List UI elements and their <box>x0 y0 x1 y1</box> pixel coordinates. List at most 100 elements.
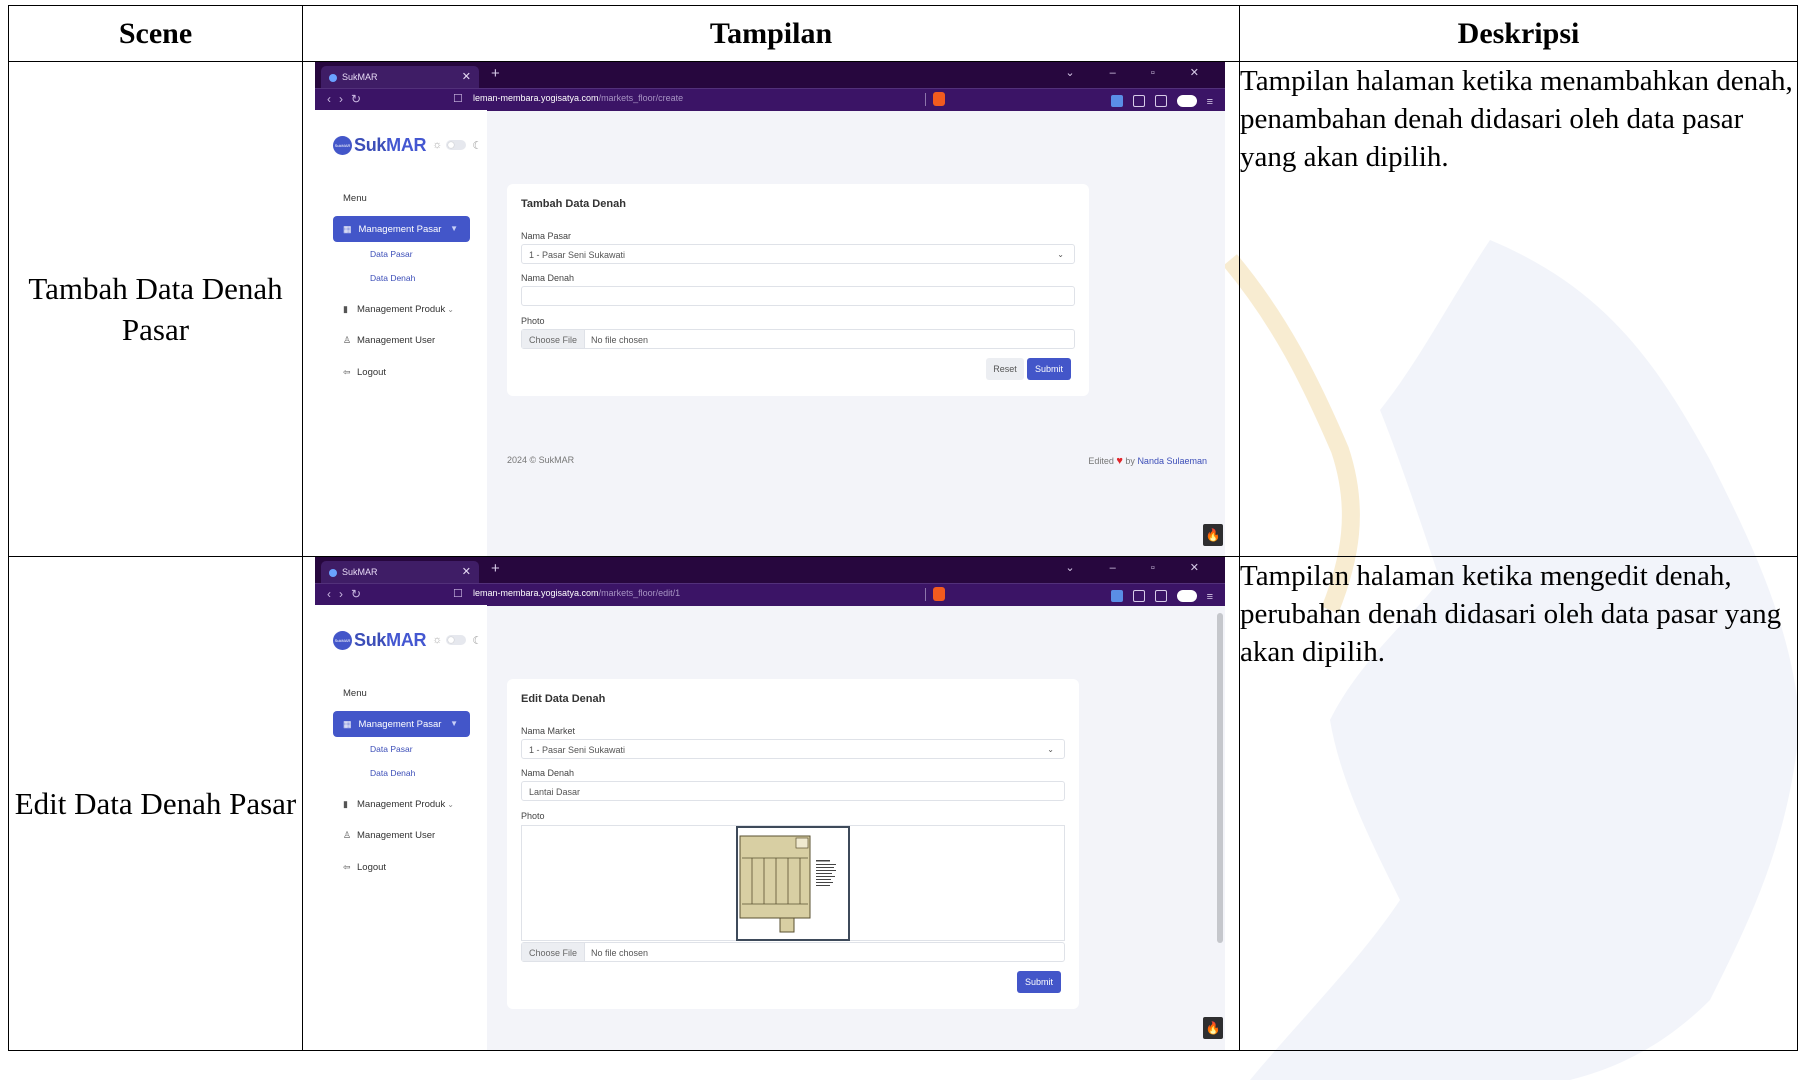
puzzle-icon[interactable] <box>1132 589 1145 602</box>
sidebar-item-label: Management Pasar <box>358 719 442 730</box>
menu-icon[interactable]: ≡ <box>1207 591 1213 603</box>
app-page: SukMAR SukMAR ☼ ☾ Menu ▦ Management Pasar… <box>315 605 1225 1050</box>
logo-prefix: Suk <box>354 134 387 155</box>
choose-file-button[interactable]: Choose File <box>522 943 586 961</box>
form-title: Tambah Data Denah <box>521 198 626 210</box>
url-path: /markets_floor/edit/1 <box>598 588 681 598</box>
logout-icon: ⇦ <box>343 862 351 872</box>
flame-icon[interactable]: 🔥 <box>1203 1017 1223 1039</box>
close-tab-icon[interactable]: ✕ <box>462 66 471 88</box>
choose-file-button[interactable]: Choose File <box>522 330 586 348</box>
bookmark-icon[interactable]: ☐ <box>453 587 463 600</box>
vpn-icon[interactable] <box>1176 94 1197 107</box>
chevron-down-icon: ▼ <box>450 719 458 728</box>
market-select[interactable]: 1 - Pasar Seni Sukawati ⌄ <box>521 244 1075 264</box>
logo-text: SukMAR <box>354 134 427 156</box>
screenshot-cell: SukMAR ✕ + ⌄ – ▫ ✕ ‹›↻ ☐ leman-membara.yo… <box>302 556 1240 1051</box>
photo-file-input[interactable]: Choose File No file chosen <box>521 329 1075 349</box>
submit-button[interactable]: Submit <box>1027 358 1071 380</box>
sidebar-item-label: Management User <box>357 830 436 841</box>
brave-shield-icon[interactable] <box>933 92 945 106</box>
scrollbar[interactable] <box>1217 613 1223 943</box>
header-tampilan: Tampilan <box>302 5 1240 62</box>
theme-toggle[interactable] <box>446 635 467 645</box>
menu-icon[interactable]: ≡ <box>1207 96 1213 108</box>
moon-icon: ☾ <box>472 634 483 647</box>
document-table: Scene Tampilan Deskripsi Tambah Data Den… <box>8 5 1798 1051</box>
url-text[interactable]: leman-membara.yogisatya.com/markets_floo… <box>473 588 680 598</box>
sidebar-item-label: Logout <box>357 862 387 873</box>
window-controls[interactable]: ⌄ – ▫ ✕ <box>1065 66 1215 79</box>
reset-button[interactable]: Reset <box>986 358 1024 380</box>
floor-name-input[interactable] <box>521 286 1075 306</box>
footer-credit: Edited ♥ by Nanda Sulaeman <box>1088 455 1207 467</box>
sidebar-item-logout[interactable]: ⇦ Logout <box>343 862 386 873</box>
extension-icon[interactable] <box>1110 94 1123 107</box>
sidebar-item-management-produk[interactable]: ▮ Management Produk ⌄ <box>343 799 454 810</box>
theme-toggle[interactable] <box>446 140 467 150</box>
sidebar-icon[interactable] <box>1154 589 1167 602</box>
submenu-data-denah[interactable]: Data Denah <box>370 768 415 778</box>
form-title: Edit Data Denah <box>521 693 606 705</box>
nav-buttons[interactable]: ‹›↻ <box>327 587 369 601</box>
bookmark-icon[interactable]: ☐ <box>453 92 463 105</box>
author-link[interactable]: Nanda Sulaeman <box>1137 456 1207 466</box>
extension-icon[interactable] <box>1110 589 1123 602</box>
address-bar[interactable]: ‹›↻ ☐ leman-membara.yogisatya.com/market… <box>315 583 1225 606</box>
heart-icon: ♥ <box>1116 455 1123 467</box>
brave-shield-icon[interactable] <box>933 587 945 601</box>
market-select[interactable]: 1 - Pasar Seni Sukawati ⌄ <box>521 739 1065 759</box>
new-tab-icon[interactable]: + <box>491 560 500 577</box>
sidebar-item-management-produk[interactable]: ▮ Management Produk ⌄ <box>343 304 454 315</box>
sidebar-item-management-user[interactable]: ♙ Management User <box>343 830 435 841</box>
moon-icon: ☾ <box>472 139 483 152</box>
submit-button[interactable]: Submit <box>1017 971 1061 993</box>
window-controls[interactable]: ⌄ – ▫ ✕ <box>1065 561 1215 574</box>
nav-buttons[interactable]: ‹›↻ <box>327 92 369 106</box>
address-bar[interactable]: ‹›↻ ☐ leman-membara.yogisatya.com/market… <box>315 88 1225 111</box>
floor-plan-image <box>736 826 850 941</box>
new-tab-icon[interactable]: + <box>491 65 500 82</box>
description-cell: Tampilan halaman ketika mengedit denah, … <box>1239 556 1798 1051</box>
sidebar-item-label: Management Produk <box>357 304 446 315</box>
submenu-data-denah[interactable]: Data Denah <box>370 273 415 283</box>
logo[interactable]: SukMAR SukMAR ☼ ☾ <box>333 629 482 651</box>
logo-badge-icon: SukMAR <box>333 135 352 155</box>
vpn-icon[interactable] <box>1176 589 1197 602</box>
sidebar-item-management-user[interactable]: ♙ Management User <box>343 335 435 346</box>
browser-tabbar: SukMAR ✕ + ⌄ – ▫ ✕ <box>315 557 1225 583</box>
table-header-row: Scene Tampilan Deskripsi <box>8 5 1798 62</box>
app-page: SukMAR SukMAR ☼ ☾ Menu ▦ Management Pasar… <box>315 110 1225 556</box>
floor-name-input[interactable]: Lantai Dasar <box>521 781 1065 801</box>
browser-window: SukMAR ✕ + ⌄ – ▫ ✕ ‹›↻ ☐ leman-membara.yo… <box>315 557 1225 1050</box>
url-path: /markets_floor/create <box>598 93 684 103</box>
sidebar-item-logout[interactable]: ⇦ Logout <box>343 367 386 378</box>
floor-name-label: Nama Denah <box>521 273 575 283</box>
url-text[interactable]: leman-membara.yogisatya.com/markets_floo… <box>473 93 683 103</box>
sidebar-icon[interactable] <box>1154 94 1167 107</box>
sidebar-item-label: Logout <box>357 367 387 378</box>
favicon-icon <box>329 73 337 82</box>
favicon-icon <box>329 568 337 577</box>
submenu-data-pasar[interactable]: Data Pasar <box>370 249 413 259</box>
users-icon: ♙ <box>343 335 352 345</box>
photo-file-input[interactable]: Choose File No file chosen <box>521 942 1065 962</box>
bag-icon: ▮ <box>343 799 348 809</box>
close-tab-icon[interactable]: ✕ <box>462 561 471 583</box>
photo-label: Photo <box>521 811 545 821</box>
flame-icon[interactable]: 🔥 <box>1203 524 1223 546</box>
sidebar-item-management-pasar[interactable]: ▦ Management Pasar ▼ <box>333 711 470 737</box>
table-row: Tambah Data Denah Pasar SukMAR ✕ + ⌄ – ▫ … <box>8 61 1798 557</box>
browser-tab[interactable]: SukMAR ✕ <box>321 561 479 583</box>
logo-text: SukMAR <box>354 630 427 651</box>
browser-tab[interactable]: SukMAR ✕ <box>321 66 479 88</box>
submenu-data-pasar[interactable]: Data Pasar <box>370 744 413 754</box>
logo[interactable]: SukMAR SukMAR ☼ ☾ <box>333 134 482 156</box>
building-icon: ▦ <box>343 224 352 234</box>
puzzle-icon[interactable] <box>1132 94 1145 107</box>
sidebar-item-management-pasar[interactable]: ▦ Management Pasar ▼ <box>333 216 470 242</box>
sidebar-item-label: Management Produk <box>357 799 446 810</box>
chevron-down-icon: ⌄ <box>447 800 454 809</box>
chevron-down-icon: ▼ <box>450 224 458 233</box>
table-row: Edit Data Denah Pasar SukMAR ✕ + ⌄ – ▫ ✕ … <box>8 556 1798 1051</box>
